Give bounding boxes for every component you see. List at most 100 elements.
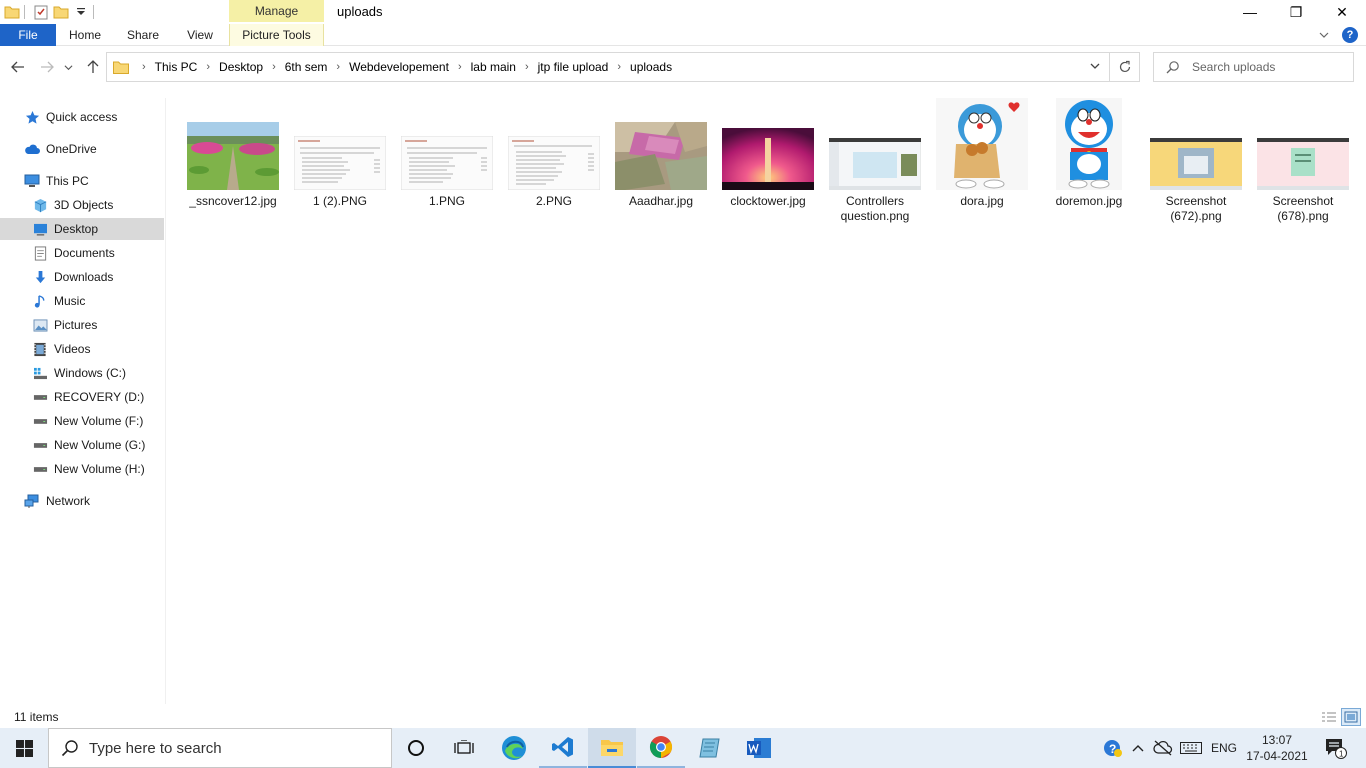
chevron-down-icon[interactable] (1318, 29, 1330, 41)
nav-item-new-volume-h[interactable]: New Volume (H:) (0, 458, 164, 480)
nav-item-new-volume-f[interactable]: New Volume (F:) (0, 410, 164, 432)
file-item[interactable]: 1.PNG (394, 94, 500, 209)
details-view-button[interactable] (1319, 708, 1339, 726)
task-view-icon (454, 740, 474, 754)
properties-icon[interactable] (33, 4, 49, 20)
start-button[interactable] (0, 728, 48, 768)
chevron-down-icon[interactable] (1089, 60, 1101, 72)
customize-toolbar-icon[interactable] (73, 4, 89, 20)
notification-count: 1 (1339, 750, 1344, 759)
file-item[interactable]: Controllers question.png (822, 94, 928, 224)
file-item[interactable]: clocktower.jpg (715, 94, 821, 209)
tab-file[interactable]: File (0, 24, 56, 46)
help-icon[interactable]: ? (1342, 27, 1358, 43)
file-item[interactable]: _ssncover12.jpg (180, 94, 286, 209)
breadcrumb-separator-icon[interactable]: › (206, 61, 210, 73)
breadcrumb-separator-icon[interactable]: › (617, 61, 621, 73)
breadcrumb-item-current[interactable]: uploads (630, 60, 672, 74)
file-item[interactable]: Screenshot (678).png (1250, 94, 1356, 224)
taskbar-word[interactable] (735, 728, 783, 768)
file-item[interactable]: dora.jpg (929, 94, 1035, 209)
file-item[interactable]: doremon.jpg (1036, 94, 1142, 209)
clock[interactable]: 13:07 17-04-2021 (1244, 732, 1310, 764)
taskbar-edge[interactable] (490, 728, 538, 768)
tab-share[interactable]: Share (114, 24, 172, 46)
breadcrumb-item[interactable]: 6th sem (285, 60, 328, 74)
show-hidden-icons-button[interactable] (1128, 728, 1148, 768)
tab-view[interactable]: View (172, 24, 228, 46)
taskbar-notepad-app[interactable] (686, 728, 734, 768)
nav-item-music[interactable]: Music (0, 290, 164, 312)
nav-item-label: RECOVERY (D:) (54, 390, 145, 404)
nav-item-3d-objects[interactable]: 3D Objects (0, 194, 164, 216)
nav-item-this-pc[interactable]: This PC (0, 170, 164, 192)
nav-item-network[interactable]: Network (0, 490, 164, 512)
status-bar: 11 items (0, 706, 1366, 728)
cortana-button[interactable] (392, 728, 440, 768)
minimize-button[interactable]: — (1227, 0, 1273, 24)
nav-item-downloads[interactable]: Downloads (0, 266, 164, 288)
star-icon (24, 109, 40, 125)
nav-item-desktop[interactable]: Desktop (0, 218, 164, 240)
nav-item-label: Music (54, 294, 86, 308)
arrow-right-icon (41, 61, 54, 73)
breadcrumb-separator-icon[interactable]: › (272, 61, 276, 73)
breadcrumb-item[interactable]: Desktop (219, 60, 263, 74)
file-name: dora.jpg (960, 194, 1004, 208)
taskbar-chrome[interactable] (637, 728, 685, 768)
breadcrumb-item[interactable]: This PC (155, 60, 198, 74)
nav-item-onedrive[interactable]: OneDrive (0, 138, 164, 160)
nav-item-quick-access[interactable]: Quick access (0, 106, 164, 128)
nav-item-pictures[interactable]: Pictures (0, 314, 164, 336)
back-button[interactable] (9, 58, 27, 76)
breadcrumb-item[interactable]: jtp file upload (538, 60, 609, 74)
tray-network[interactable] (1150, 728, 1176, 768)
file-name: 2.PNG (535, 194, 572, 208)
forward-button[interactable] (38, 58, 56, 76)
nav-item-windows-c[interactable]: Windows (C:) (0, 362, 164, 384)
language-indicator[interactable]: ENG (1208, 728, 1240, 768)
breadcrumb-separator-icon[interactable]: › (458, 61, 462, 73)
document-thumbnail-icon (294, 136, 386, 190)
taskbar-search[interactable]: Type here to search (48, 728, 392, 768)
tab-picture-tools[interactable]: Picture Tools (229, 24, 324, 46)
file-item[interactable]: 1 (2).PNG (287, 94, 393, 209)
breadcrumb-separator-icon[interactable]: › (336, 61, 340, 73)
help-tips-icon: ? (1104, 740, 1122, 757)
address-bar[interactable]: › This PC › Desktop › 6th sem › Webdevel… (106, 52, 1110, 82)
refresh-button[interactable] (1110, 52, 1140, 82)
thumbnail (399, 94, 495, 190)
thumbnail (720, 94, 816, 190)
search-input[interactable] (1192, 60, 1342, 74)
manage-contextual-tab[interactable]: Manage (229, 0, 324, 22)
folder-icon[interactable] (4, 4, 20, 20)
recent-locations-button[interactable] (62, 58, 74, 76)
tray-help[interactable]: ? (1100, 728, 1126, 768)
file-item[interactable]: Screenshot (672).png (1143, 94, 1249, 224)
nav-item-videos[interactable]: Videos (0, 338, 164, 360)
nav-item-recovery-d[interactable]: RECOVERY (D:) (0, 386, 164, 408)
breadcrumb-item[interactable]: Webdevelopement (349, 60, 449, 74)
maximize-button[interactable]: ❐ (1273, 0, 1319, 24)
breadcrumb-separator-icon[interactable]: › (142, 61, 146, 73)
desktop-icon (32, 221, 48, 237)
search-box[interactable] (1153, 52, 1354, 82)
notification-center-button[interactable]: 1 (1318, 728, 1354, 768)
tray-keyboard[interactable] (1178, 728, 1204, 768)
large-icons-view-button[interactable] (1341, 708, 1361, 726)
task-view-button[interactable] (440, 728, 488, 768)
nav-item-label: Quick access (46, 110, 118, 124)
file-item[interactable]: 2.PNG (501, 94, 607, 209)
nav-item-documents[interactable]: Documents (0, 242, 164, 264)
up-button[interactable] (84, 58, 102, 76)
tab-home[interactable]: Home (56, 24, 114, 46)
breadcrumb-item[interactable]: lab main (471, 60, 516, 74)
breadcrumb-separator-icon[interactable]: › (525, 61, 529, 73)
taskbar-vscode[interactable] (539, 728, 587, 768)
drive-icon (32, 389, 48, 405)
nav-item-new-volume-g[interactable]: New Volume (G:) (0, 434, 164, 456)
taskbar-file-explorer[interactable] (588, 728, 636, 768)
file-item[interactable]: Aaadhar.jpg (608, 94, 714, 209)
close-button[interactable]: ✕ (1319, 0, 1365, 24)
new-folder-icon[interactable] (53, 4, 69, 20)
